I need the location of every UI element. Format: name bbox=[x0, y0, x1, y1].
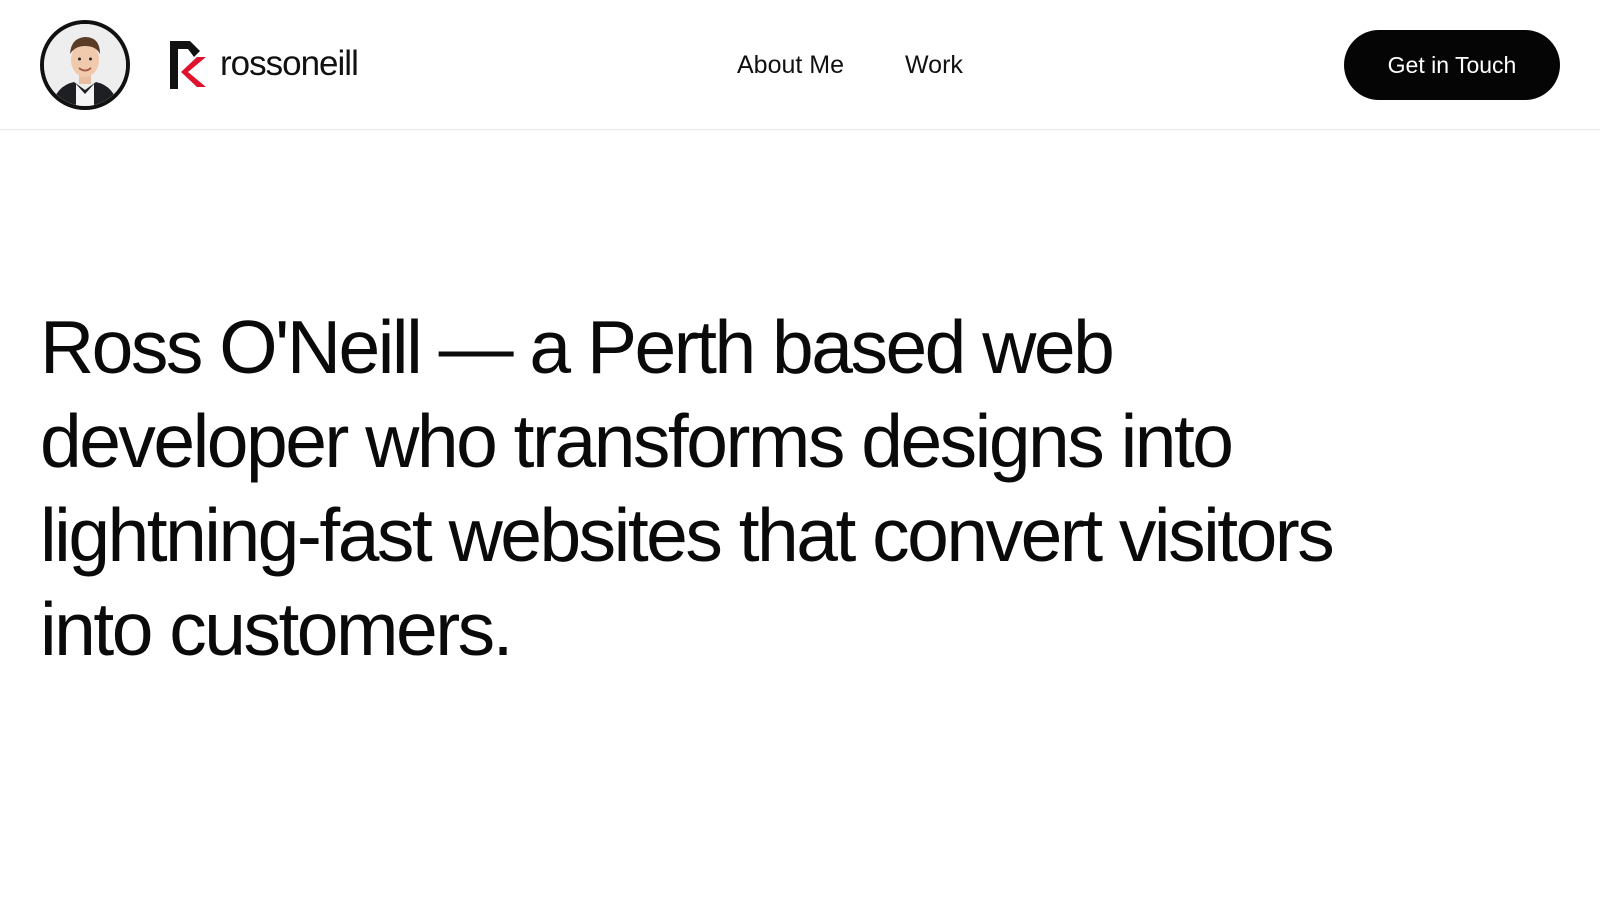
avatar-photo bbox=[44, 24, 126, 106]
avatar[interactable] bbox=[40, 20, 130, 110]
hero-headline: Ross O'Neill — a Perth based web develop… bbox=[40, 305, 1335, 671]
get-in-touch-button[interactable]: Get in Touch bbox=[1344, 30, 1560, 100]
site-header: rossoneill About Me Work Get in Touch bbox=[0, 0, 1600, 130]
rk-logo-mark-icon bbox=[170, 41, 206, 89]
nav-work[interactable]: Work bbox=[905, 48, 963, 82]
nav-about-me[interactable]: About Me bbox=[737, 48, 844, 82]
main-nav: About Me Work bbox=[737, 48, 963, 82]
logo-text: rossoneill bbox=[220, 43, 359, 83]
site-logo[interactable]: rossoneill bbox=[168, 38, 359, 92]
